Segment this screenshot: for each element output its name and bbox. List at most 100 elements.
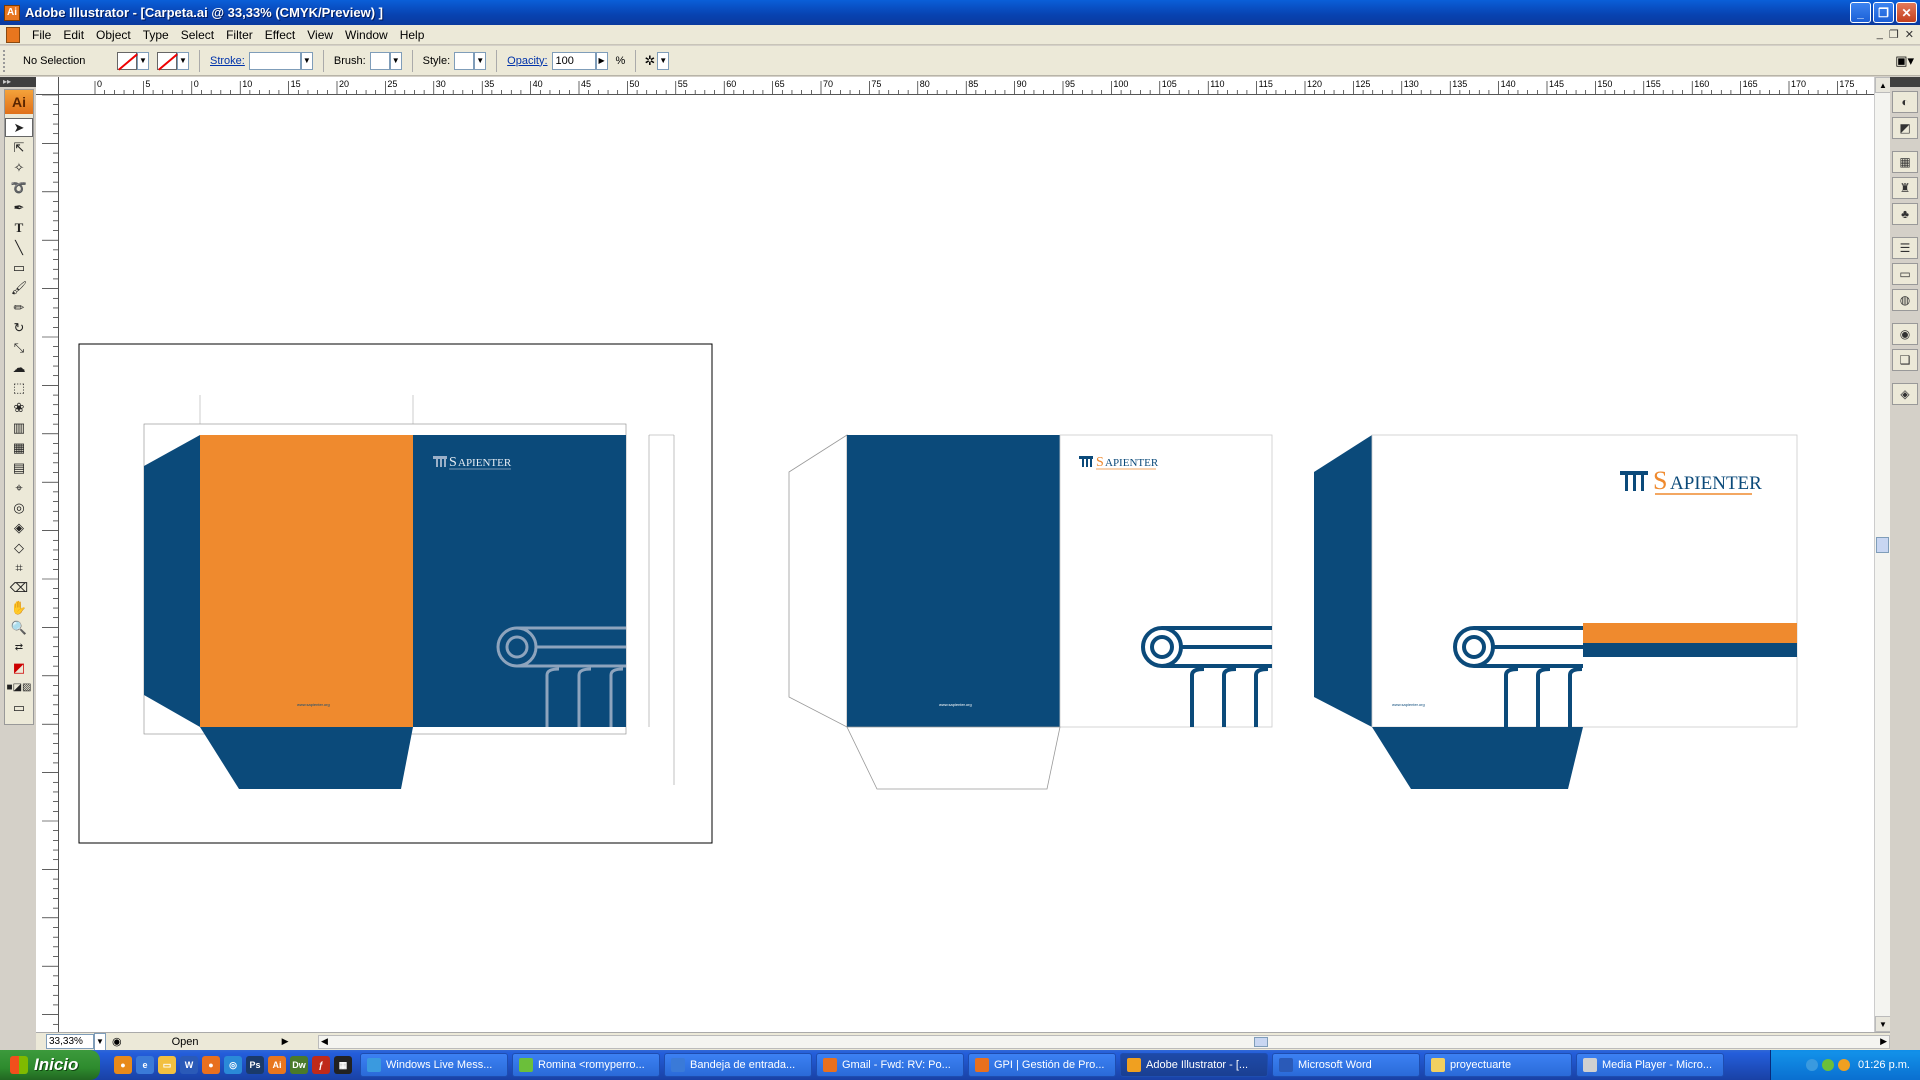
task-proyectuarte-folder[interactable]: proyectuarte: [1424, 1053, 1572, 1077]
style-field[interactable]: [454, 51, 475, 70]
task-gpi[interactable]: GPI | Gestión de Pro...: [968, 1053, 1116, 1077]
transparency-panel-icon[interactable]: ◍: [1892, 289, 1918, 311]
menu-edit[interactable]: Edit: [57, 28, 90, 42]
line-tool-icon[interactable]: ╲: [5, 238, 33, 257]
live-paint-tool-icon[interactable]: ◈: [5, 518, 33, 537]
menu-object[interactable]: Object: [90, 28, 137, 42]
menu-file[interactable]: File: [26, 28, 57, 42]
crop-area-tool-icon[interactable]: ⌗: [5, 558, 33, 577]
horizontal-ruler[interactable]: 0 5 0 10 15 20 25 30 35 40 45 50 55 60 65 70 75 80 85 90 95 1…: [36, 77, 1884, 95]
alert-tray-icon[interactable]: [1838, 1059, 1851, 1071]
ie-quicklaunch-icon[interactable]: e: [136, 1056, 154, 1074]
menu-select[interactable]: Select: [175, 28, 220, 42]
doc-close-icon[interactable]: ✕: [1905, 28, 1914, 41]
direct-selection-tool-icon[interactable]: ⇱: [5, 138, 33, 157]
pen-tool-icon[interactable]: ✒: [5, 198, 33, 217]
menu-type[interactable]: Type: [137, 28, 175, 42]
graph-tool-icon[interactable]: ▥: [5, 418, 33, 437]
task-media-player[interactable]: Media Player - Micro...: [1576, 1053, 1724, 1077]
task-windows-live-messenger[interactable]: Windows Live Mess...: [360, 1053, 508, 1077]
scroll-up-icon[interactable]: ▲: [1875, 77, 1891, 93]
fill-dropdown[interactable]: ▼: [137, 51, 149, 70]
rectangle-tool-icon[interactable]: ▭: [5, 258, 33, 277]
task-microsoft-word[interactable]: Microsoft Word: [1272, 1053, 1420, 1077]
task-bandeja-entrada[interactable]: Bandeja de entrada...: [664, 1053, 812, 1077]
document-icon[interactable]: [6, 26, 20, 43]
menu-effect[interactable]: Effect: [259, 28, 301, 42]
scroll-right-icon[interactable]: ▶: [1880, 1036, 1887, 1047]
horizontal-scroll-thumb[interactable]: [1254, 1037, 1268, 1047]
ruler-origin[interactable]: [36, 77, 59, 95]
stroke-swatch-dropdown[interactable]: ▼: [177, 51, 189, 70]
illustrator-app-icon[interactable]: Ai: [4, 4, 20, 21]
brush-dropdown[interactable]: ▼: [389, 51, 402, 70]
gradient-tool-icon[interactable]: ▤: [5, 458, 33, 477]
rotate-tool-icon[interactable]: ↻: [5, 318, 33, 337]
scroll-down-icon[interactable]: ▼: [1875, 1016, 1891, 1032]
maximize-button[interactable]: ❐: [1873, 2, 1894, 23]
vertical-scrollbar[interactable]: ▲ ▼: [1874, 77, 1891, 1032]
type-tool-icon[interactable]: T: [5, 218, 33, 237]
gradient-panel-icon[interactable]: ▭: [1892, 263, 1918, 285]
firefox-quicklaunch-icon[interactable]: ●: [114, 1056, 132, 1074]
workspace-icon[interactable]: ▣▾: [1895, 53, 1914, 69]
zoom-dropdown[interactable]: ▼: [94, 1032, 106, 1051]
style-dropdown[interactable]: ▼: [474, 51, 487, 70]
task-adobe-illustrator[interactable]: Adobe Illustrator - [...: [1120, 1053, 1268, 1077]
horizontal-scrollbar[interactable]: ◀ ▶: [318, 1035, 1890, 1049]
tools-panel-header[interactable]: ▸▸: [0, 77, 36, 87]
flash-quicklaunch-icon[interactable]: ƒ: [312, 1056, 330, 1074]
illustrator-quicklaunch-icon[interactable]: Ai: [268, 1056, 286, 1074]
swap-colors-icon[interactable]: ⇄: [5, 638, 33, 657]
fill-swatch[interactable]: [117, 51, 137, 70]
zoom-level-field[interactable]: 33,33%: [46, 1034, 94, 1049]
layers-panel-icon[interactable]: ◈: [1892, 383, 1918, 405]
status-menu-arrow[interactable]: ▶: [282, 1036, 289, 1047]
calculator-quicklaunch-icon[interactable]: ▦: [334, 1056, 352, 1074]
selection-tool-icon[interactable]: ➤: [5, 118, 33, 137]
blend-tool-icon[interactable]: ◎: [5, 498, 33, 517]
dreamweaver-quicklaunch-icon[interactable]: Dw: [290, 1056, 308, 1074]
status-options-icon[interactable]: ◉: [112, 1035, 122, 1048]
task-gmail[interactable]: Gmail - Fwd: RV: Po...: [816, 1053, 964, 1077]
menu-help[interactable]: Help: [394, 28, 431, 42]
menu-window[interactable]: Window: [339, 28, 394, 42]
mesh-tool-icon[interactable]: ▦: [5, 438, 33, 457]
start-button[interactable]: Inicio: [0, 1050, 100, 1080]
messenger-quicklaunch-icon[interactable]: ◎: [224, 1056, 242, 1074]
appearance-panel-icon[interactable]: ◉: [1892, 323, 1918, 345]
brush-field[interactable]: [369, 51, 390, 70]
vertical-scroll-thumb[interactable]: [1876, 537, 1889, 553]
fill-stroke-icon[interactable]: ◩: [5, 658, 33, 677]
document-canvas[interactable]: www.sapienter.org S APIENTER www.sapient…: [59, 95, 1874, 1032]
symbols-panel-icon[interactable]: ♣: [1892, 203, 1918, 225]
color-guide-panel-icon[interactable]: ◩: [1892, 117, 1918, 139]
swatches-panel-icon[interactable]: ▦: [1892, 151, 1918, 173]
stroke-weight-dropdown[interactable]: ▼: [300, 51, 313, 70]
control-bar-grip[interactable]: [3, 49, 9, 72]
opacity-link[interactable]: Opacity:: [507, 55, 547, 67]
symbol-sprayer-tool-icon[interactable]: ❀: [5, 398, 33, 417]
magic-wand-tool-icon[interactable]: ✧: [5, 158, 33, 177]
color-mode-icon[interactable]: ■◪▨: [5, 678, 33, 697]
doc-restore-icon[interactable]: ❐: [1889, 28, 1899, 41]
recolor-icon[interactable]: ✲: [644, 53, 655, 69]
stroke-panel-icon[interactable]: ☰: [1892, 237, 1918, 259]
graphic-styles-panel-icon[interactable]: ❑: [1892, 349, 1918, 371]
opacity-arrow[interactable]: ▶: [595, 51, 608, 70]
recolor-dropdown[interactable]: ▼: [657, 51, 670, 70]
scroll-left-icon[interactable]: ◀: [321, 1036, 328, 1047]
brushes-panel-icon[interactable]: ♜: [1892, 177, 1918, 199]
menu-filter[interactable]: Filter: [220, 28, 259, 42]
word-quicklaunch-icon[interactable]: W: [180, 1056, 198, 1074]
zoom-tool-icon[interactable]: 🔍: [5, 618, 33, 637]
task-romina-chat[interactable]: Romina <romyperro...: [512, 1053, 660, 1077]
menu-view[interactable]: View: [301, 28, 339, 42]
warp-tool-icon[interactable]: ☁: [5, 358, 33, 377]
stroke-weight-field[interactable]: [248, 51, 301, 70]
close-button[interactable]: ✕: [1896, 2, 1917, 23]
firefox2-quicklaunch-icon[interactable]: ●: [202, 1056, 220, 1074]
live-paint-selection-tool-icon[interactable]: ◇: [5, 538, 33, 557]
panel-dock-header[interactable]: [1890, 77, 1920, 87]
network-tray-icon[interactable]: [1822, 1059, 1835, 1071]
